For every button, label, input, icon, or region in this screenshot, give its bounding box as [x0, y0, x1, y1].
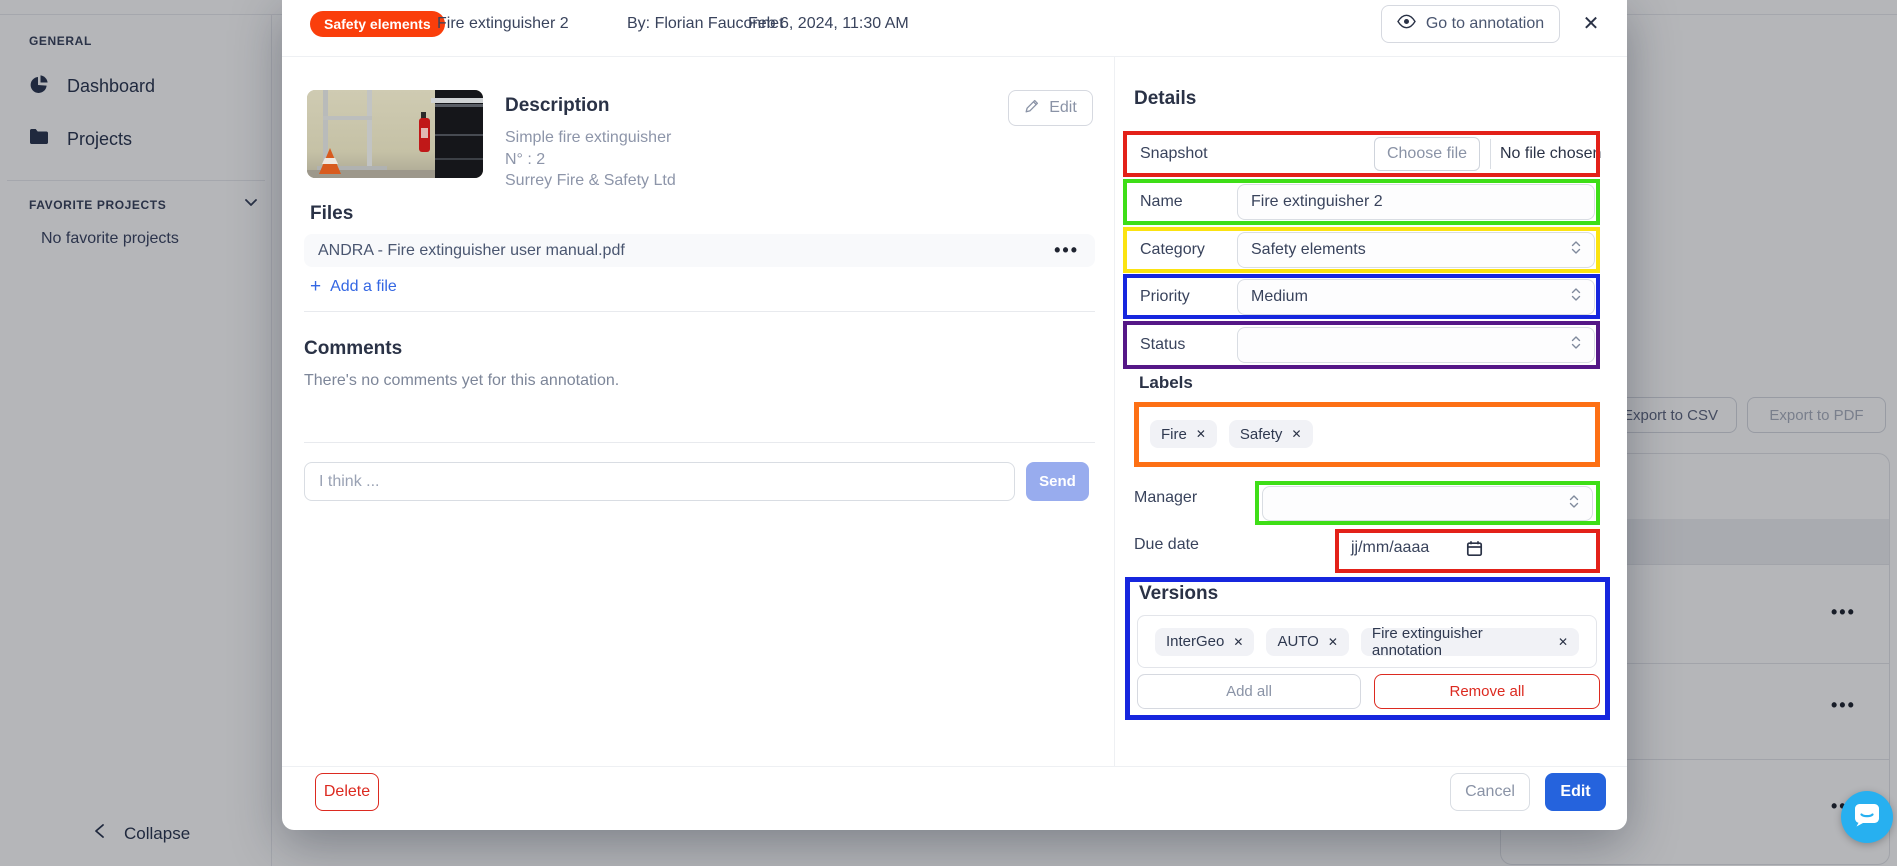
name-label: Name [1140, 193, 1183, 211]
edit-description-label: Edit [1049, 99, 1077, 117]
remove-tag-close-icon[interactable]: ✕ [1291, 427, 1301, 441]
column-divider [1114, 57, 1115, 766]
remove-tag-close-icon[interactable]: ✕ [1233, 635, 1243, 649]
updown-chevron-icon [1571, 240, 1581, 260]
choose-file-button[interactable]: Choose file [1374, 137, 1480, 171]
snapshot-label: Snapshot [1140, 145, 1208, 163]
edit-description-button[interactable]: Edit [1008, 90, 1093, 126]
section-divider [304, 442, 1095, 443]
manager-select[interactable] [1262, 486, 1593, 521]
chat-launcher-button[interactable] [1841, 791, 1893, 843]
screen: GENERAL Dashboard Projects FAVORITE PROJ… [0, 0, 1897, 866]
remove-tag-close-icon[interactable]: ✕ [1328, 635, 1338, 649]
manager-label: Manager [1134, 489, 1197, 507]
section-divider [304, 311, 1095, 312]
remove-all-button[interactable]: Remove all [1374, 674, 1600, 709]
category-select-value: Safety elements [1251, 241, 1366, 259]
footer-divider [282, 766, 1627, 767]
modal-header: Safety elements Fire extinguisher 2 By: … [282, 0, 1627, 57]
add-all-button[interactable]: Add all [1137, 674, 1361, 709]
eye-icon [1397, 14, 1416, 34]
versions-heading: Versions [1139, 583, 1218, 605]
modal-timestamp: Feb 6, 2024, 11:30 AM [748, 15, 909, 33]
priority-label: Priority [1140, 288, 1190, 306]
version-tag[interactable]: AUTO ✕ [1266, 628, 1348, 656]
category-label: Category [1140, 241, 1205, 259]
details-heading: Details [1134, 88, 1196, 110]
no-file-chosen-text: No file chosen [1500, 145, 1601, 163]
version-tag[interactable]: Fire extinguisher annotation ✕ [1361, 628, 1579, 656]
file-input-divider [1490, 139, 1491, 169]
annotation-thumbnail[interactable] [307, 90, 483, 178]
name-input[interactable] [1237, 184, 1595, 220]
plus-icon: + [310, 279, 321, 295]
edit-button[interactable]: Edit [1545, 773, 1606, 811]
updown-chevron-icon [1569, 494, 1579, 514]
calendar-icon[interactable] [1466, 540, 1483, 562]
go-to-annotation-label: Go to annotation [1426, 15, 1544, 33]
cancel-button[interactable]: Cancel [1450, 773, 1530, 811]
label-tag[interactable]: Fire ✕ [1150, 420, 1217, 448]
modal-title: Fire extinguisher 2 [437, 15, 569, 33]
category-select[interactable]: Safety elements [1237, 232, 1595, 268]
annotation-detail-modal: Safety elements Fire extinguisher 2 By: … [282, 0, 1627, 830]
category-badge: Safety elements [310, 11, 445, 37]
comments-heading: Comments [304, 338, 402, 360]
remove-tag-close-icon[interactable]: ✕ [1196, 427, 1206, 441]
files-heading: Files [310, 203, 353, 225]
add-file-button[interactable]: + Add a file [310, 278, 397, 296]
file-menu-ellipsis-icon[interactable]: ••• [1054, 240, 1079, 261]
label-tag[interactable]: Safety ✕ [1229, 420, 1313, 448]
priority-select-value: Medium [1251, 288, 1308, 306]
description-text: Simple fire extinguisher N° : 2 Surrey F… [505, 127, 676, 192]
close-icon[interactable]: ✕ [1577, 9, 1605, 37]
comment-input[interactable] [304, 462, 1015, 501]
priority-select[interactable]: Medium [1237, 279, 1595, 315]
file-list-item: ANDRA - Fire extinguisher user manual.pd… [304, 234, 1095, 267]
file-name: ANDRA - Fire extinguisher user manual.pd… [318, 242, 1054, 260]
due-date-input[interactable]: jj/mm/aaaa [1351, 539, 1429, 557]
pencil-icon [1024, 98, 1040, 119]
updown-chevron-icon [1571, 335, 1581, 355]
description-heading: Description [505, 95, 610, 117]
chat-bubble-icon [1853, 802, 1881, 833]
add-file-label: Add a file [330, 278, 397, 296]
status-select[interactable] [1237, 327, 1595, 363]
updown-chevron-icon [1571, 287, 1581, 307]
remove-tag-close-icon[interactable]: ✕ [1558, 635, 1568, 649]
status-label: Status [1140, 336, 1185, 354]
version-tag[interactable]: InterGeo ✕ [1155, 628, 1254, 656]
labels-heading: Labels [1139, 373, 1193, 393]
due-date-label: Due date [1134, 536, 1199, 554]
comments-empty-text: There's no comments yet for this annotat… [304, 372, 619, 390]
versions-tag-list: InterGeo ✕ AUTO ✕ Fire extinguisher anno… [1137, 615, 1597, 668]
labels-tag-list: Fire ✕ Safety ✕ [1150, 420, 1313, 448]
delete-button[interactable]: Delete [315, 773, 379, 811]
send-comment-button[interactable]: Send [1026, 462, 1089, 501]
go-to-annotation-button[interactable]: Go to annotation [1381, 5, 1560, 43]
